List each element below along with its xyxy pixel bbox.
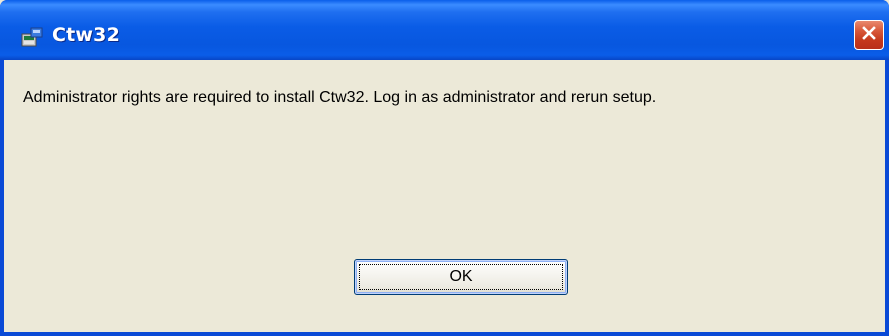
title-bar[interactable]: Ctw32: [0, 0, 889, 60]
ok-button-label: OK: [449, 268, 473, 285]
ok-button[interactable]: OK: [354, 259, 568, 295]
window-title: Ctw32: [52, 24, 121, 46]
installer-icon: [21, 27, 43, 47]
dialog-window: Ctw32 Administrator rights are required …: [0, 0, 889, 336]
close-icon: [861, 25, 877, 46]
close-button[interactable]: [854, 20, 884, 50]
dialog-body: Administrator rights are required to ins…: [4, 60, 885, 332]
message-text: Administrator rights are required to ins…: [23, 89, 657, 106]
